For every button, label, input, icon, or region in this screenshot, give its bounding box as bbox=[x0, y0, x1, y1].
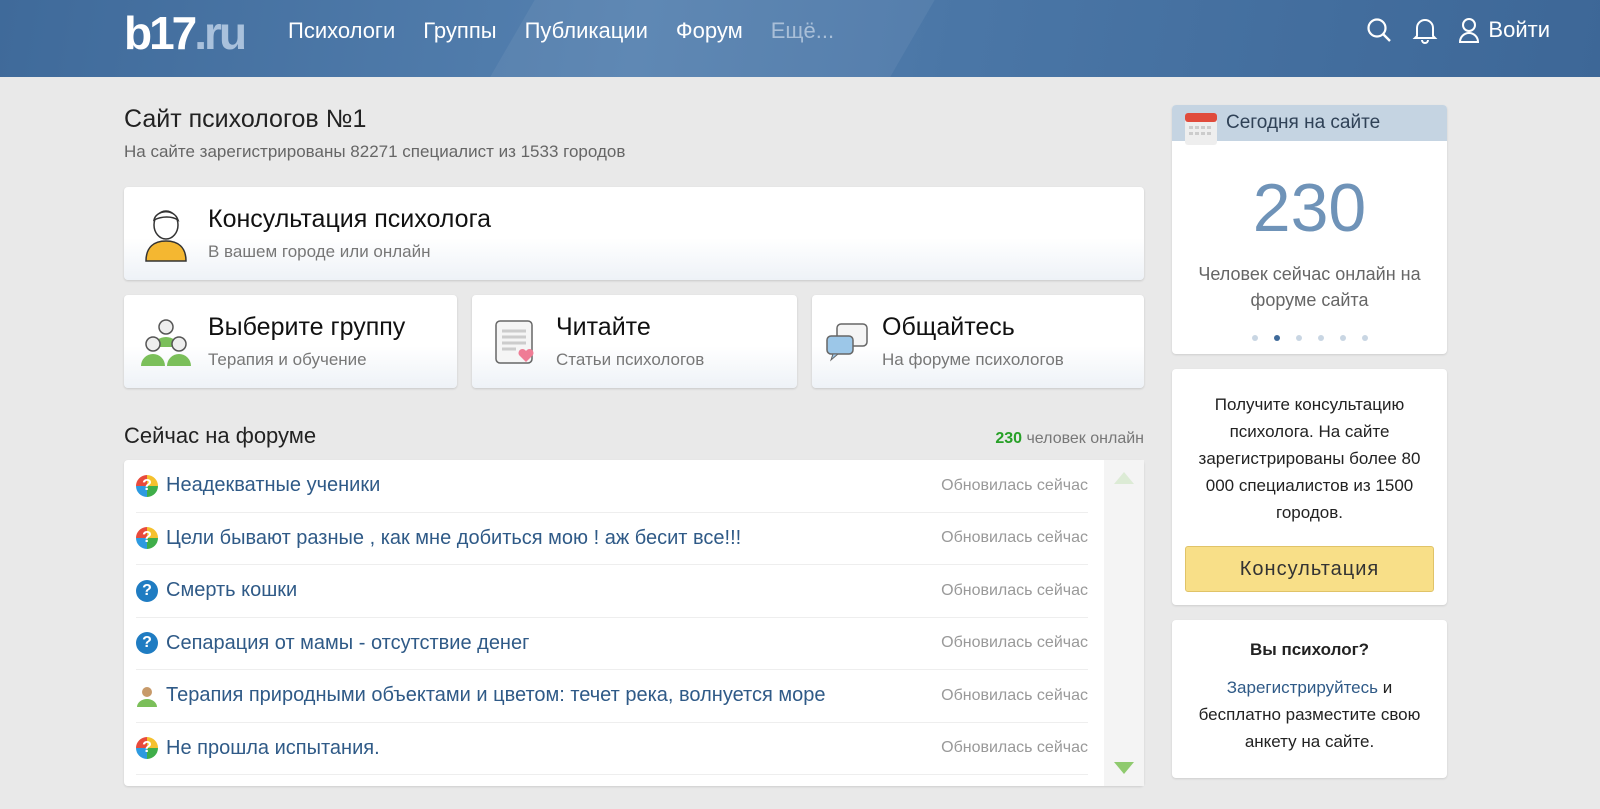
slide-dots bbox=[1172, 335, 1447, 341]
topic-status: Обновилась сейчас bbox=[941, 476, 1088, 494]
topic-status: Обновилась сейчас bbox=[941, 581, 1088, 599]
consultation-button[interactable]: Консультация bbox=[1185, 546, 1434, 592]
topic-title[interactable]: Неадекватные ученики bbox=[166, 474, 380, 497]
topic-title[interactable]: Цели бывают разные , как мне добиться мо… bbox=[166, 527, 741, 550]
topic-status: Обновилась сейчас bbox=[941, 686, 1088, 704]
scrollbar[interactable] bbox=[1104, 460, 1144, 786]
topic-title[interactable]: Не прошла испытания. bbox=[166, 737, 380, 760]
read-card[interactable]: Читайте Статьи психологов bbox=[472, 295, 797, 388]
today-widget: Сегодня на сайте 230 Человек сейчас онла… bbox=[1172, 105, 1447, 354]
topic-title[interactable]: Терапия природными объектами и цветом: т… bbox=[166, 684, 826, 707]
login-button[interactable]: Войти bbox=[1458, 17, 1550, 43]
slide-dot[interactable] bbox=[1361, 335, 1368, 341]
page-subtitle: На сайте зарегистрированы 82271 специали… bbox=[124, 142, 626, 161]
forum-topic-row[interactable]: ? Неадекватные ученики Обновилась сейчас bbox=[136, 460, 1088, 513]
question-icon: ? bbox=[136, 632, 158, 655]
forum-card[interactable]: Общайтесь На форуме психологов bbox=[812, 295, 1144, 388]
nav-forum[interactable]: Форум bbox=[676, 18, 743, 44]
online-caption: Человек сейчас онлайн на форуме сайта bbox=[1198, 264, 1421, 310]
nav-publications[interactable]: Публикации bbox=[525, 18, 648, 44]
slide-dot[interactable] bbox=[1339, 335, 1346, 341]
nav-psychologists[interactable]: Психологи bbox=[288, 18, 395, 44]
slide-dot[interactable] bbox=[1251, 335, 1258, 341]
question-icon: ? bbox=[136, 579, 158, 602]
forum-heading: Сейчас на форуме bbox=[124, 423, 317, 448]
logo[interactable]: b17.ru bbox=[124, 6, 247, 60]
question-icon: ? bbox=[136, 474, 158, 497]
page-title: Сайт психологов №1 bbox=[124, 105, 367, 133]
header: b17.ru Психологи Группы Публикации Форум… bbox=[0, 0, 1600, 77]
slide-dot[interactable] bbox=[1295, 335, 1302, 341]
search-icon[interactable] bbox=[1366, 17, 1392, 43]
register-link[interactable]: Зарегистрируйтесь bbox=[1227, 678, 1378, 697]
question-icon: ? bbox=[136, 737, 158, 760]
consultation-card[interactable]: Консультация психолога В вашем городе или… bbox=[124, 187, 1144, 280]
topic-status: Обновилась сейчас bbox=[941, 739, 1088, 757]
topic-title[interactable]: Смерть кошки bbox=[166, 579, 297, 602]
online-number: 230 bbox=[1252, 170, 1367, 246]
topic-status: Обновилась сейчас bbox=[941, 529, 1088, 547]
psychologist-icon bbox=[124, 205, 208, 263]
forum-topic-list: ? Неадекватные ученики Обновилась сейчас? Ц… bbox=[124, 460, 1144, 786]
nav-groups[interactable]: Группы bbox=[423, 18, 496, 44]
scroll-down-icon[interactable] bbox=[1114, 762, 1134, 774]
main-nav: Психологи Группы Публикации Форум Ещё... bbox=[288, 18, 834, 44]
psychologist-widget: Вы психолог? Зарегистрируйтесь и бесплат… bbox=[1172, 620, 1447, 778]
groups-card[interactable]: Выберите группу Терапия и обучение bbox=[124, 295, 457, 388]
bell-icon[interactable] bbox=[1412, 16, 1438, 44]
slide-dot[interactable] bbox=[1273, 335, 1280, 341]
promo-widget: Получите консультацию психолога. На сайт… bbox=[1172, 369, 1447, 605]
nav-more[interactable]: Ещё... bbox=[771, 18, 834, 44]
user-icon bbox=[1459, 18, 1480, 43]
chat-icon bbox=[812, 322, 882, 362]
article-icon bbox=[472, 318, 556, 366]
scroll-up-icon[interactable] bbox=[1114, 472, 1134, 484]
topic-title[interactable]: Сепарация от мамы - отсутствие денег bbox=[166, 632, 529, 655]
online-count: 230 человек онлайн bbox=[995, 430, 1144, 447]
question-icon: ? bbox=[136, 527, 158, 550]
calendar-icon bbox=[1185, 113, 1217, 145]
topic-status: Обновилась сейчас bbox=[941, 634, 1088, 652]
group-icon bbox=[124, 317, 208, 367]
forum-topic-row[interactable]: ? Смерть кошки Обновилась сейчас bbox=[136, 565, 1088, 618]
forum-topic-row[interactable]: ? Цели бывают разные , как мне добиться м… bbox=[136, 513, 1088, 565]
forum-topic-row[interactable]: ? Сепарация от мамы - отсутствие денег Обн… bbox=[136, 618, 1088, 670]
forum-topic-row[interactable]: Терапия природными объектами и цветом: т… bbox=[136, 670, 1088, 723]
slide-dot[interactable] bbox=[1317, 335, 1324, 341]
user-icon bbox=[137, 686, 157, 707]
forum-topic-row[interactable]: ? Не прошла испытания. Обновилась сейчас bbox=[136, 723, 1088, 775]
